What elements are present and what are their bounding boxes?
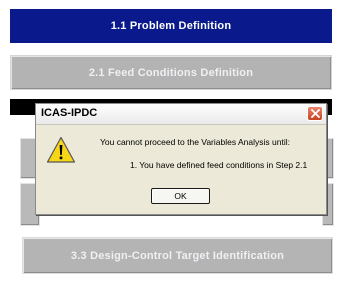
dialog-close-button[interactable]	[307, 106, 323, 121]
step-2-1-button[interactable]: 2.1 Feed Conditions Definition	[10, 55, 332, 90]
close-icon	[310, 109, 320, 118]
step-3-3-button[interactable]: 3.3 Design-Control Target Identification	[22, 237, 333, 274]
dialog-title: ICAS-IPDC	[41, 107, 98, 119]
warning-icon	[46, 136, 76, 163]
ok-button-label: OK	[174, 191, 187, 201]
dialog-titlebar[interactable]: ICAS-IPDC	[36, 104, 326, 125]
dialog-message-line-2: 1. You have defined feed conditions in S…	[130, 160, 308, 170]
step-1-1-button[interactable]: 1.1 Problem Definition	[10, 9, 332, 43]
warning-dialog: ICAS-IPDC You cannot proceed to the Vari…	[35, 103, 327, 215]
dialog-message-line-1: You cannot proceed to the Variables Anal…	[100, 137, 290, 147]
step-3-3-label: 3.3 Design-Control Target Identification	[70, 249, 285, 262]
step-1-1-label: 1.1 Problem Definition	[110, 20, 232, 32]
step-2-1-label: 2.1 Feed Conditions Definition	[88, 66, 254, 79]
ok-button[interactable]: OK	[151, 188, 210, 204]
